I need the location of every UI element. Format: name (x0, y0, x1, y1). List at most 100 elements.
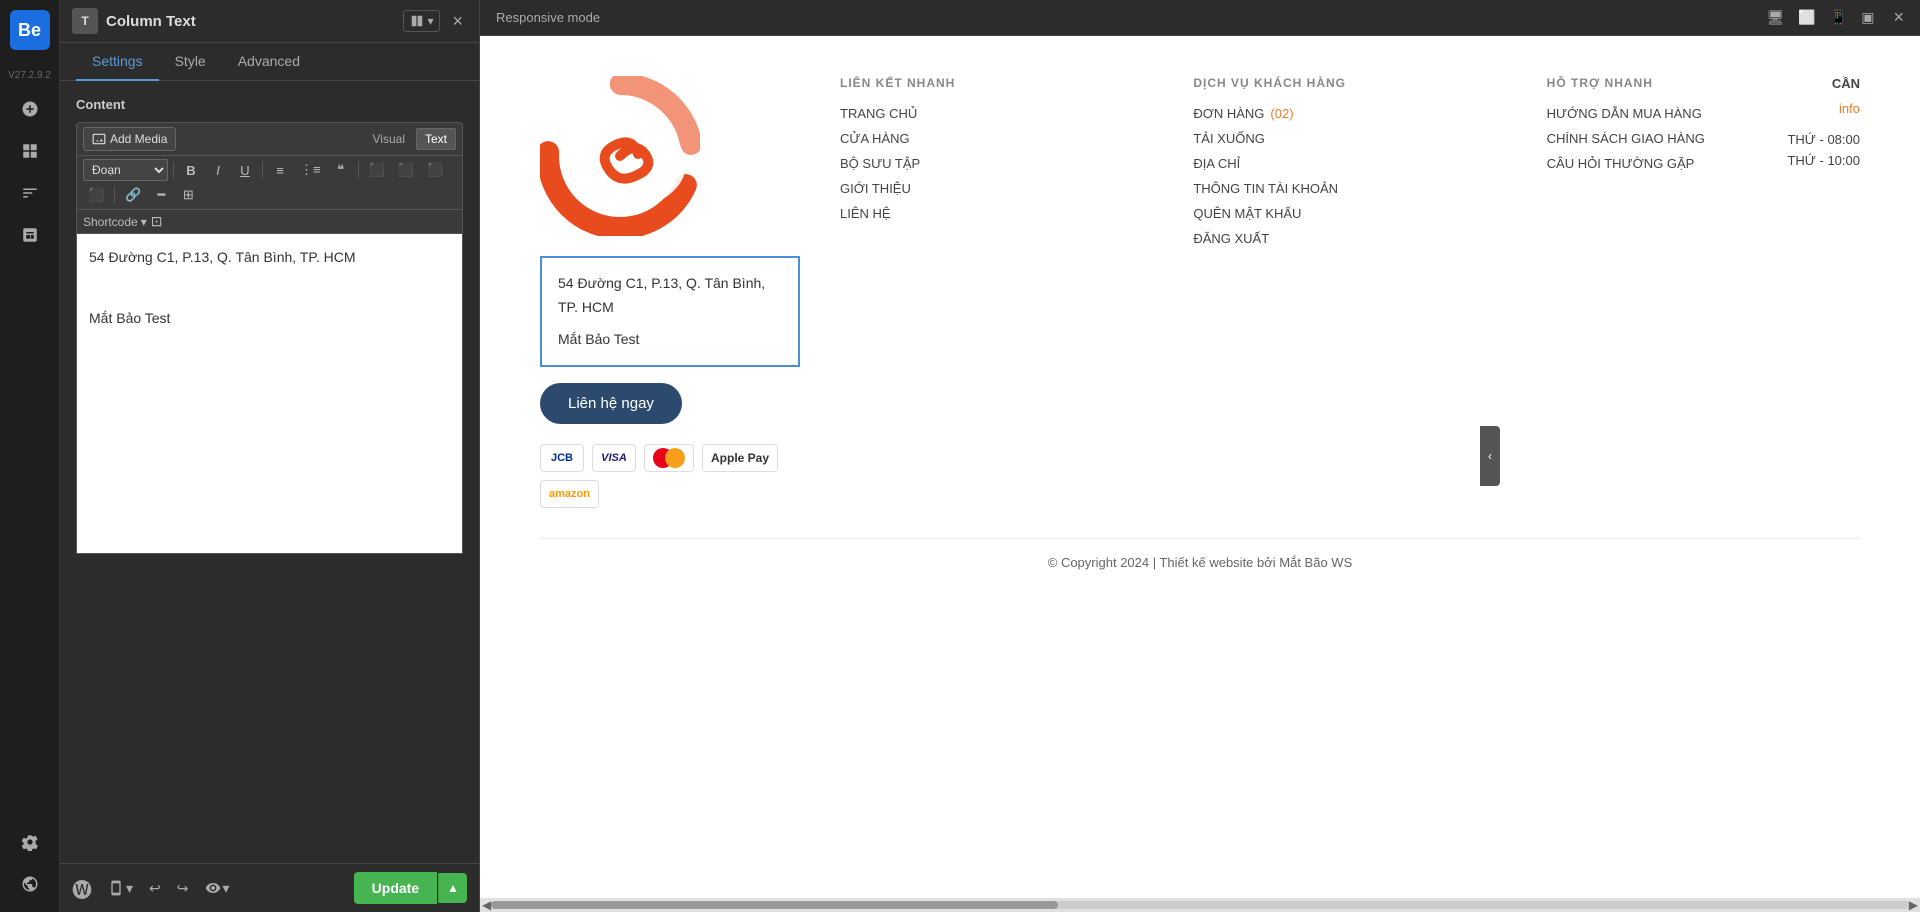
responsive-button[interactable]: ▾ (104, 876, 137, 901)
hours-2: THỨ - 10:00 (1740, 153, 1860, 168)
footer-link-store[interactable]: CỬA HÀNG (840, 131, 1153, 146)
footer-link-address[interactable]: ĐỊA CHỈ (1193, 156, 1506, 171)
footer-link-buy-guide[interactable]: HƯỚNG DẪN MUA HÀNG (1547, 106, 1705, 121)
top-close-button[interactable]: × (1893, 7, 1904, 28)
shortcode-label: Shortcode (83, 215, 138, 229)
italic-button[interactable]: I (206, 160, 230, 181)
divider-4 (114, 186, 115, 204)
editor-panel: T Column Text ▾ × Settings Style Advance… (60, 0, 480, 912)
scroll-right-button[interactable]: ▶ (1909, 898, 1918, 912)
hours-1: THỨ - 08:00 (1740, 132, 1860, 147)
shortcode-button[interactable]: Shortcode ▾ (83, 215, 147, 229)
payment-jcb: JCB (540, 444, 584, 472)
ordered-list-button[interactable]: ⋮≡ (295, 159, 326, 181)
version-badge: V27.2.9.2 (8, 66, 51, 85)
tab-advanced[interactable]: Advanced (222, 43, 316, 81)
undo-button[interactable]: ↩ (145, 876, 165, 901)
footer-link-home[interactable]: TRANG CHỦ (840, 106, 1153, 121)
top-bar: Responsive mode 🖥 ⬜ 📱 ▣ × (480, 0, 1920, 36)
desktop-icon[interactable]: 🖥 (1764, 6, 1788, 29)
can-label: CẦN (1740, 76, 1860, 91)
panel-content: Content Add Media Visual Text Đoạn Headi… (60, 81, 479, 863)
support-header-row: HỖ TRỢ NHANH HƯỚNG DẪN MUA HÀNG CHÍNH SÁ… (1547, 76, 1860, 181)
update-dropdown-button[interactable]: ▲ (438, 873, 467, 903)
scroll-bar[interactable]: ◀ ▶ (480, 898, 1920, 912)
footer-link-shipping[interactable]: CHÍNH SÁCH GIAO HÀNG (1547, 131, 1705, 146)
footer-link-faq[interactable]: CÂU HỎI THƯỜNG GẶP (1547, 156, 1705, 171)
copyright-text: © Copyright 2024 | Thiết kế website bởi … (1048, 555, 1353, 570)
footer-link-account[interactable]: THÔNG TIN TÀI KHOẢN (1193, 181, 1506, 196)
horizontal-rule-button[interactable]: ━ (149, 184, 173, 206)
blocks-icon[interactable] (12, 217, 48, 253)
footer-top: 54 Đường C1, P.13, Q. Tân Bình, TP. HCM … (540, 76, 1860, 508)
panel-close-button[interactable]: × (448, 11, 467, 32)
globe-icon[interactable] (12, 866, 48, 902)
align-right-button[interactable]: ⬛ (422, 159, 448, 181)
dashboard-icon[interactable] (12, 133, 48, 169)
add-media-button[interactable]: Add Media (83, 127, 176, 151)
scroll-left-button[interactable]: ◀ (482, 898, 491, 912)
payment-visa: VISA (592, 444, 636, 472)
editor-mode-buttons: Visual Text (364, 128, 456, 150)
footer-link-collection[interactable]: BỘ SƯU TẬP (840, 156, 1153, 171)
address-box: 54 Đường C1, P.13, Q. Tân Bình, TP. HCM … (540, 256, 800, 367)
update-button-group: Update ▲ (354, 872, 467, 904)
text-mode-button[interactable]: Text (416, 128, 456, 150)
footer-link-logout[interactable]: ĐĂNG XUẤT (1193, 231, 1506, 246)
format-bar: Đoạn Heading 1 Heading 2 B I U ≡ ⋮≡ ❝ ⬛ … (76, 156, 463, 210)
order-link-row: ĐƠN HÀNG (02) (1193, 106, 1506, 121)
editor-line-2 (89, 276, 450, 298)
footer-link-orders[interactable]: ĐƠN HÀNG (1193, 106, 1264, 121)
tab-settings[interactable]: Settings (76, 43, 159, 81)
editor-toolbar-row1: Add Media Visual Text (76, 122, 463, 156)
preview-button[interactable]: ▾ (201, 876, 234, 901)
right-partial-col: CẦN info THỨ - 08:00 THỨ - 10:00 (1740, 76, 1860, 174)
add-media-label: Add Media (110, 132, 167, 146)
left-icon-bar: Be V27.2.9.2 (0, 0, 60, 912)
footer-link-forgot-password[interactable]: QUÊN MẬT KHẨU (1193, 206, 1506, 221)
paragraph-select[interactable]: Đoạn Heading 1 Heading 2 (83, 159, 168, 181)
redo-button[interactable]: ↪ (173, 876, 193, 901)
align-center-button[interactable]: ⬛ (393, 159, 419, 181)
shortcode-icon-button[interactable]: ⊡ (151, 213, 163, 230)
address-line-2: TP. HCM (558, 296, 782, 320)
sort-icon[interactable] (12, 175, 48, 211)
underline-button[interactable]: U (233, 160, 257, 181)
settings-icon[interactable] (12, 824, 48, 860)
footer-link-download[interactable]: TẢI XUỐNG (1193, 131, 1506, 146)
divider-3 (358, 161, 359, 179)
blockquote-button[interactable]: ❝ (329, 159, 353, 181)
visual-mode-button[interactable]: Visual (364, 128, 414, 150)
footer-right-columns: LIÊN KẾT NHANH TRANG CHỦ CỬA HÀNG BỘ SƯU… (840, 76, 1860, 508)
mobile-icon[interactable]: 📱 (1827, 6, 1850, 29)
table-button[interactable]: ⊞ (176, 184, 200, 206)
be-logo[interactable]: Be (10, 10, 50, 50)
scroll-track (491, 901, 1909, 909)
panel-collapse-arrow[interactable]: ‹ (1480, 426, 1500, 486)
customer-service-title: DỊCH VỤ KHÁCH HÀNG (1193, 76, 1506, 90)
small-mobile-icon[interactable]: ▣ (1858, 6, 1877, 29)
wordpress-icon[interactable]: 🅦 (72, 874, 92, 903)
update-button[interactable]: Update (354, 872, 437, 904)
align-left-button[interactable]: ⬛ (364, 159, 390, 181)
logo-circle (540, 76, 700, 236)
payment-apple-pay: Apple Pay (702, 444, 778, 472)
footer-link-contact[interactable]: LIÊN HỆ (840, 206, 1153, 221)
panel-header-buttons: ▾ (403, 10, 440, 32)
link-button[interactable]: 🔗 (120, 184, 146, 206)
quick-links-title: LIÊN KẾT NHANH (840, 76, 1153, 90)
bold-button[interactable]: B (179, 160, 203, 181)
responsive-mode-label: Responsive mode (496, 10, 600, 25)
contact-button[interactable]: Liên hệ ngay (540, 383, 682, 424)
text-editor-area[interactable]: 54 Đường C1, P.13, Q. Tân Bình, TP. HCM … (76, 234, 463, 554)
panel-header: T Column Text ▾ × (60, 0, 479, 43)
panel-layout-button[interactable]: ▾ (403, 10, 440, 32)
tablet-icon[interactable]: ⬜ (1795, 6, 1818, 29)
top-bar-icons: 🖥 ⬜ 📱 ▣ × (1764, 6, 1904, 29)
tab-style[interactable]: Style (159, 43, 222, 81)
editor-line-3: Mắt Bảo Test (89, 307, 450, 329)
add-element-icon[interactable] (12, 91, 48, 127)
unordered-list-button[interactable]: ≡ (268, 160, 292, 181)
align-justify-button[interactable]: ⬛ (83, 184, 109, 206)
footer-link-about[interactable]: GIỚI THIỆU (840, 181, 1153, 196)
